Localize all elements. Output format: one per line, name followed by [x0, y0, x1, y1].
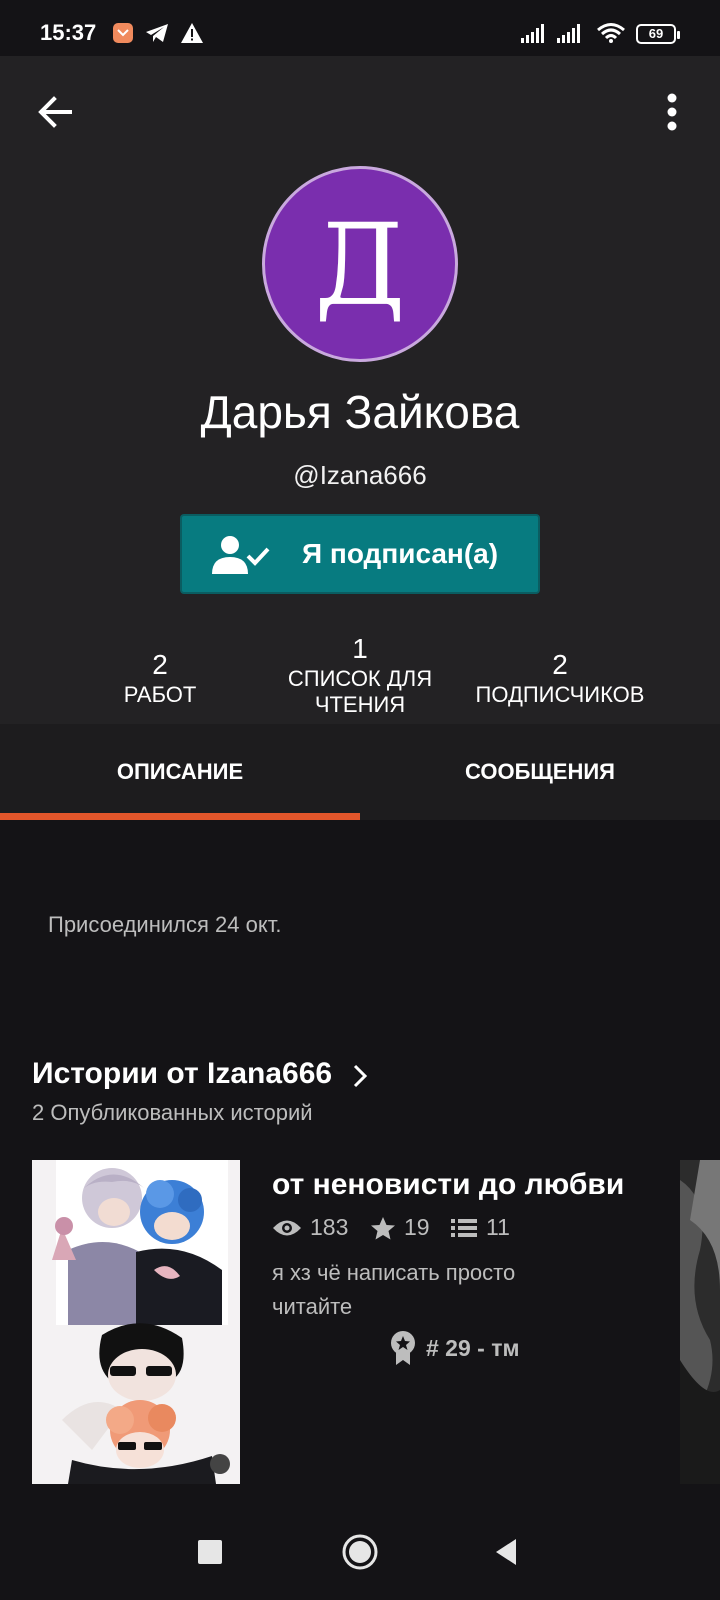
story-reads-count: 183: [310, 1214, 349, 1240]
follow-button-label: Я подписан(а): [302, 538, 499, 569]
award-icon: [391, 1331, 415, 1365]
story-description: я хз чё написать просто читайте: [272, 1260, 516, 1319]
stat-followers-value: 2: [552, 649, 568, 680]
app-notification-icon: [113, 23, 133, 43]
status-time: 15:37: [40, 20, 97, 45]
signal-icon-2: [557, 24, 580, 43]
chevron-right-icon[interactable]: [350, 1062, 370, 1090]
avatar: Д: [262, 166, 458, 362]
recent-apps-icon[interactable]: [198, 1540, 222, 1564]
stories-count: 2 Опубликованных историй: [32, 1100, 313, 1125]
follow-button[interactable]: Я подписан(а): [180, 514, 540, 594]
story-cover-image[interactable]: [32, 1160, 240, 1484]
stories-heading[interactable]: Истории от Izana666: [32, 1057, 332, 1091]
star-icon: [371, 1216, 395, 1239]
stat-reading-lists[interactable]: 1 СПИСОК ДЛЯ ЧТЕНИЯ: [260, 632, 460, 718]
tab-description[interactable]: ОПИСАНИЕ: [0, 724, 360, 820]
warning-icon: [181, 23, 203, 43]
story-parts: 11: [450, 1214, 510, 1241]
telegram-icon: [146, 24, 168, 42]
story-title[interactable]: от неновисти до любви: [272, 1168, 624, 1202]
second-story-cover[interactable]: [680, 1160, 720, 1484]
more-options-button[interactable]: [650, 86, 694, 138]
story-votes: 19: [370, 1214, 430, 1241]
signal-icon: [521, 24, 544, 43]
stat-followers[interactable]: 2 ПОДПИСЧИКОВ: [460, 648, 660, 708]
story-votes-count: 19: [404, 1214, 430, 1240]
back-nav-icon[interactable]: [494, 1538, 518, 1566]
tab-bar: ОПИСАНИЕ СООБЩЕНИЯ: [0, 724, 720, 820]
avatar-letter: Д: [314, 201, 406, 331]
system-nav-bar: [0, 1504, 720, 1600]
more-vertical-icon: [667, 93, 677, 131]
profile-name: Дарья Зайкова: [200, 386, 520, 438]
list-icon: [451, 1218, 477, 1237]
stat-works-value: 2: [152, 649, 168, 680]
wifi-icon: [597, 23, 625, 43]
home-icon[interactable]: [340, 1532, 380, 1572]
stat-works[interactable]: 2 РАБОТ: [80, 648, 240, 708]
user-check-icon: [212, 536, 270, 574]
stat-followers-label: ПОДПИСЧИКОВ: [475, 682, 645, 707]
stat-reading-lists-value: 1: [352, 633, 368, 664]
arrow-left-icon: [38, 96, 72, 128]
eye-icon: [273, 1220, 301, 1235]
profile-username: @Izana666: [293, 460, 427, 490]
stat-reading-lists-label: СПИСОК ДЛЯ ЧТЕНИЯ: [287, 666, 433, 717]
story-rank: # 29 - тм: [388, 1330, 519, 1366]
story-reads: 183: [272, 1214, 348, 1241]
tab-active-indicator: [0, 813, 360, 820]
status-bar: 15:37 69: [0, 0, 720, 56]
story-parts-count: 11: [486, 1214, 510, 1240]
stat-works-label: РАБОТ: [123, 682, 197, 707]
story-rank-text: # 29 - тм: [426, 1334, 520, 1361]
story-cover-artwork: [32, 1160, 240, 1484]
tab-messages[interactable]: СООБЩЕНИЯ: [360, 724, 720, 820]
joined-date: Присоединился 24 окт.: [48, 912, 282, 937]
second-story-artwork: [680, 1160, 720, 1484]
battery-indicator: 69: [636, 24, 680, 44]
back-button[interactable]: [30, 86, 82, 138]
